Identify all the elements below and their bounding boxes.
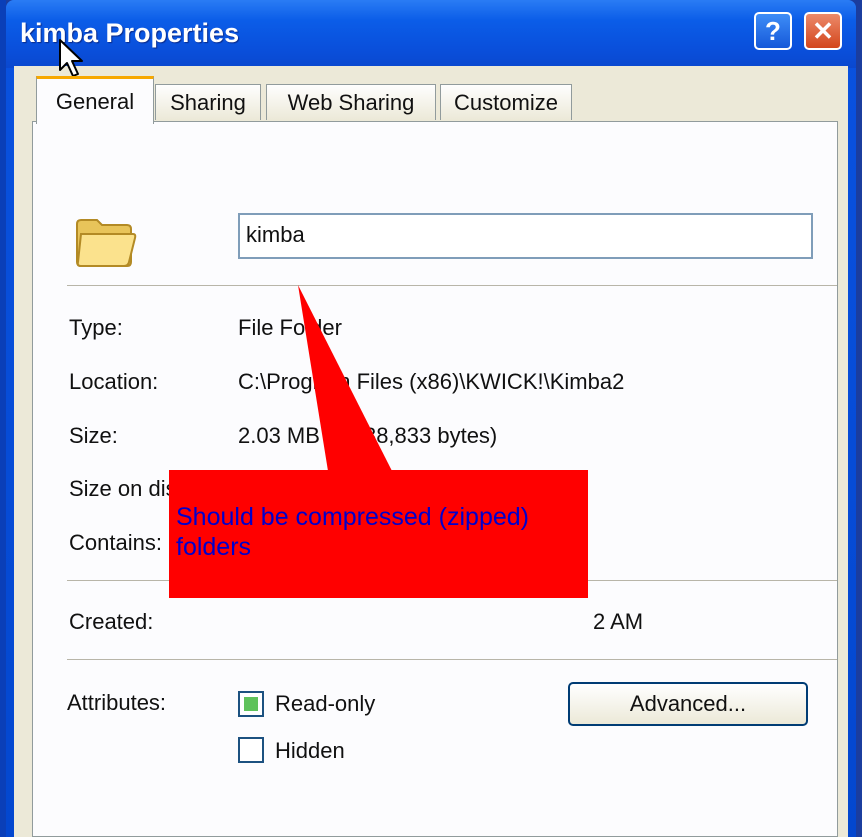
folder-name-input[interactable]: kimba xyxy=(238,213,813,259)
type-value: File Folder xyxy=(238,315,342,340)
properties-dialog: kimba Properties ? ✕ General Sharing Web… xyxy=(6,0,856,837)
location-value: C:\Program Files (x86)\KWICK!\Kimba2 xyxy=(238,369,625,394)
help-icon: ? xyxy=(765,15,781,46)
tab-customize-label: Customize xyxy=(454,89,558,115)
advanced-button-label: Advanced... xyxy=(629,691,747,716)
tab-strip: General Sharing Web Sharing Customize xyxy=(14,66,848,124)
readonly-label: Read-only xyxy=(275,691,376,716)
advanced-button[interactable]: Advanced... xyxy=(568,682,808,726)
close-icon: ✕ xyxy=(812,15,834,46)
folder-icon xyxy=(76,219,137,267)
hidden-label: Hidden xyxy=(275,738,345,763)
readonly-checkbox[interactable] xyxy=(238,691,264,717)
attributes-label: Attributes: xyxy=(67,690,167,715)
size-on-disk-label: Size on disk: xyxy=(69,476,194,501)
tab-general-label: General xyxy=(55,88,135,114)
close-button[interactable]: ✕ xyxy=(804,12,842,50)
tab-sharing[interactable]: Sharing xyxy=(155,84,261,120)
tab-web-sharing-label: Web Sharing xyxy=(287,89,415,115)
tab-general[interactable]: General xyxy=(36,76,154,124)
divider xyxy=(67,659,837,660)
type-label: Type: xyxy=(69,315,123,340)
hidden-checkbox[interactable] xyxy=(238,737,264,763)
annotation-text: Should be compressed (zipped) folders xyxy=(176,503,529,561)
created-label: Created: xyxy=(69,609,154,634)
tab-sharing-label: Sharing xyxy=(170,89,246,115)
created-value: 2 AM xyxy=(593,609,644,634)
divider xyxy=(67,285,837,286)
size-on-disk-value: 2.19 MB (2,301,952 bytes) xyxy=(238,476,498,501)
tab-web-sharing[interactable]: Web Sharing xyxy=(266,84,436,120)
help-button[interactable]: ? xyxy=(754,12,792,50)
dialog-body: General Sharing Web Sharing Customize ki… xyxy=(14,66,848,837)
size-value: 2.03 MB (2,138,833 bytes) xyxy=(238,423,498,448)
contains-label: Contains: xyxy=(69,530,162,555)
window-title: kimba Properties xyxy=(20,18,240,48)
divider xyxy=(67,580,837,581)
title-bar[interactable]: kimba Properties ? ✕ xyxy=(6,0,856,68)
size-label: Size: xyxy=(69,423,118,448)
indeterminate-mark xyxy=(244,697,258,711)
mouse-cursor-icon xyxy=(59,39,83,77)
location-label: Location: xyxy=(69,369,159,394)
tab-customize[interactable]: Customize xyxy=(440,84,572,120)
general-panel: kimba Type: File Folder Location: C:\Pro… xyxy=(32,121,838,837)
